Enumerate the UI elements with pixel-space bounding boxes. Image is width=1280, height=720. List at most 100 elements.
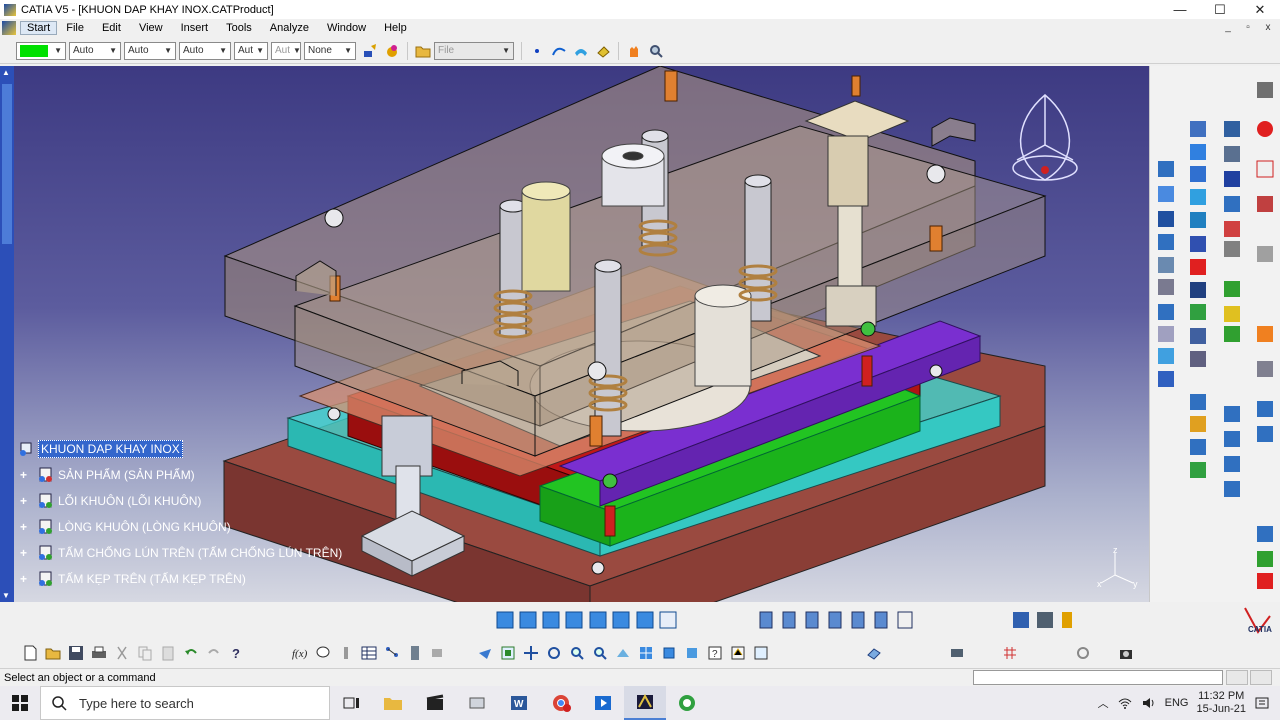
print-icon[interactable] <box>89 644 108 663</box>
expand-icon[interactable]: + <box>20 572 30 586</box>
volume-icon[interactable] <box>1141 696 1157 710</box>
minimize-button[interactable]: — <box>1160 0 1200 19</box>
iso-view-icon[interactable] <box>659 644 678 663</box>
new-document-icon[interactable] <box>20 644 39 663</box>
update-icon[interactable] <box>1073 644 1092 663</box>
expand-icon[interactable]: + <box>20 546 30 560</box>
camera-icon[interactable] <box>1116 644 1135 663</box>
doc-close-button[interactable]: x <box>1260 20 1276 34</box>
expand-icon[interactable]: + <box>20 520 30 534</box>
layer-combo[interactable]: None ▼ <box>304 41 356 60</box>
viewport-scrollbar[interactable]: ▲ ▼ <box>0 66 14 602</box>
taskbar-drive-app[interactable] <box>456 686 498 720</box>
wifi-icon[interactable] <box>1117 696 1133 710</box>
menu-tools[interactable]: Tools <box>217 22 261 34</box>
rendering-style-combo[interactable]: Aut ▼ <box>271 41 301 60</box>
taskbar-video-editor[interactable] <box>414 686 456 720</box>
graph-icon[interactable] <box>382 644 401 663</box>
apply-material-icon[interactable] <box>864 644 883 663</box>
zoom-out-icon[interactable] <box>590 644 609 663</box>
grid-icon[interactable] <box>1000 644 1019 663</box>
compass-widget[interactable] <box>1005 90 1085 193</box>
windows-start-button[interactable] <box>0 686 40 720</box>
knowledge-icon[interactable] <box>336 644 355 663</box>
line-type-combo[interactable]: Auto ▼ <box>179 41 231 60</box>
comment-icon[interactable] <box>313 644 332 663</box>
close-button[interactable]: ✕ <box>1240 0 1280 19</box>
maximize-button[interactable]: ☐ <box>1200 0 1240 19</box>
clock[interactable]: 11:32 PM 15-Jun-21 <box>1196 690 1246 716</box>
taskbar-word[interactable]: W <box>498 686 540 720</box>
eraser-icon[interactable] <box>594 42 612 60</box>
cut-icon[interactable] <box>112 644 131 663</box>
measure-icon[interactable] <box>428 644 447 663</box>
language-indicator[interactable]: ENG <box>1165 697 1189 709</box>
graphic-properties-icon[interactable] <box>383 42 401 60</box>
taskbar-catia[interactable] <box>624 686 666 720</box>
menu-file[interactable]: File <box>57 22 93 34</box>
taskbar-file-explorer[interactable] <box>372 686 414 720</box>
redo-icon[interactable] <box>204 644 223 663</box>
command-input[interactable] <box>973 670 1223 685</box>
tree-item-san-pham[interactable]: + SẢN PHẨM (SẢN PHẨM) <box>18 462 344 488</box>
fill-color-combo[interactable]: ▼ <box>16 41 66 60</box>
magnifier-icon[interactable] <box>647 42 665 60</box>
scroll-up-icon[interactable]: ▲ <box>2 68 10 77</box>
hide-show-icon[interactable]: ? <box>705 644 724 663</box>
status-button-1[interactable] <box>1226 670 1248 685</box>
swap-visible-space-icon[interactable] <box>728 644 747 663</box>
menu-window[interactable]: Window <box>318 22 375 34</box>
expand-icon[interactable]: + <box>20 468 30 482</box>
tree-item-tam-kep-tren[interactable]: + TẤM KẸP TRÊN (TẤM KẸP TRÊN) <box>18 566 344 592</box>
menu-start[interactable]: Start <box>20 21 58 35</box>
tree-item-long-khuon[interactable]: + LÒNG KHUÔN (LÒNG KHUÔN) <box>18 514 344 540</box>
task-view-button[interactable] <box>330 686 372 720</box>
tree-item-tam-chong-lun-tren[interactable]: + TẤM CHỐNG LÚN TRÊN (TẤM CHỐNG LÚN TRÊN… <box>18 540 344 566</box>
taskbar-media-player[interactable] <box>582 686 624 720</box>
menu-insert[interactable]: Insert <box>172 22 218 34</box>
notifications-icon[interactable] <box>1254 696 1270 710</box>
chevron-up-icon[interactable]: ︿ <box>1098 695 1109 711</box>
fly-mode-icon[interactable] <box>475 644 494 663</box>
format-painter-icon[interactable] <box>361 42 379 60</box>
fit-all-icon[interactable] <box>498 644 517 663</box>
curve-icon[interactable] <box>550 42 568 60</box>
doc-restore-button[interactable]: ▫ <box>1240 20 1256 34</box>
expand-icon[interactable]: + <box>20 494 30 508</box>
paste-icon[interactable] <box>158 644 177 663</box>
analysis-icon[interactable] <box>947 644 966 663</box>
normal-view-icon[interactable] <box>613 644 632 663</box>
menu-edit[interactable]: Edit <box>93 22 130 34</box>
menu-analyze[interactable]: Analyze <box>261 22 318 34</box>
multi-view-icon[interactable] <box>636 644 655 663</box>
swap-icon[interactable] <box>751 644 770 663</box>
doc-minimize-button[interactable]: _ <box>1220 20 1236 34</box>
document-system-icon[interactable] <box>2 21 16 35</box>
rotate-icon[interactable] <box>544 644 563 663</box>
pan-icon[interactable] <box>521 644 540 663</box>
table-icon[interactable] <box>359 644 378 663</box>
scroll-thumb[interactable] <box>2 84 12 244</box>
catalog-icon[interactable] <box>405 644 424 663</box>
taskbar-green-app[interactable] <box>666 686 708 720</box>
undo-icon[interactable] <box>181 644 200 663</box>
copy-icon[interactable] <box>135 644 154 663</box>
folder-icon[interactable] <box>414 42 432 60</box>
scroll-down-icon[interactable]: ▼ <box>2 591 10 600</box>
tree-root[interactable]: KHUON DAP KHAY INOX <box>18 436 344 462</box>
status-button-2[interactable] <box>1250 670 1272 685</box>
file-combo[interactable]: File ▼ <box>434 41 514 60</box>
zoom-in-icon[interactable] <box>567 644 586 663</box>
point-type-combo[interactable]: Aut ▼ <box>234 41 268 60</box>
hand-icon[interactable] <box>625 42 643 60</box>
whats-this-icon[interactable]: ? <box>227 644 246 663</box>
transparency-combo[interactable]: Auto ▼ <box>69 41 121 60</box>
taskbar-search[interactable]: Type here to search <box>40 686 330 720</box>
point-icon[interactable] <box>528 42 546 60</box>
menu-help[interactable]: Help <box>375 22 416 34</box>
shading-icon[interactable] <box>682 644 701 663</box>
open-folder-icon[interactable] <box>43 644 62 663</box>
menu-view[interactable]: View <box>130 22 172 34</box>
formula-icon[interactable]: f(x) <box>290 644 309 663</box>
surface-icon[interactable] <box>572 42 590 60</box>
